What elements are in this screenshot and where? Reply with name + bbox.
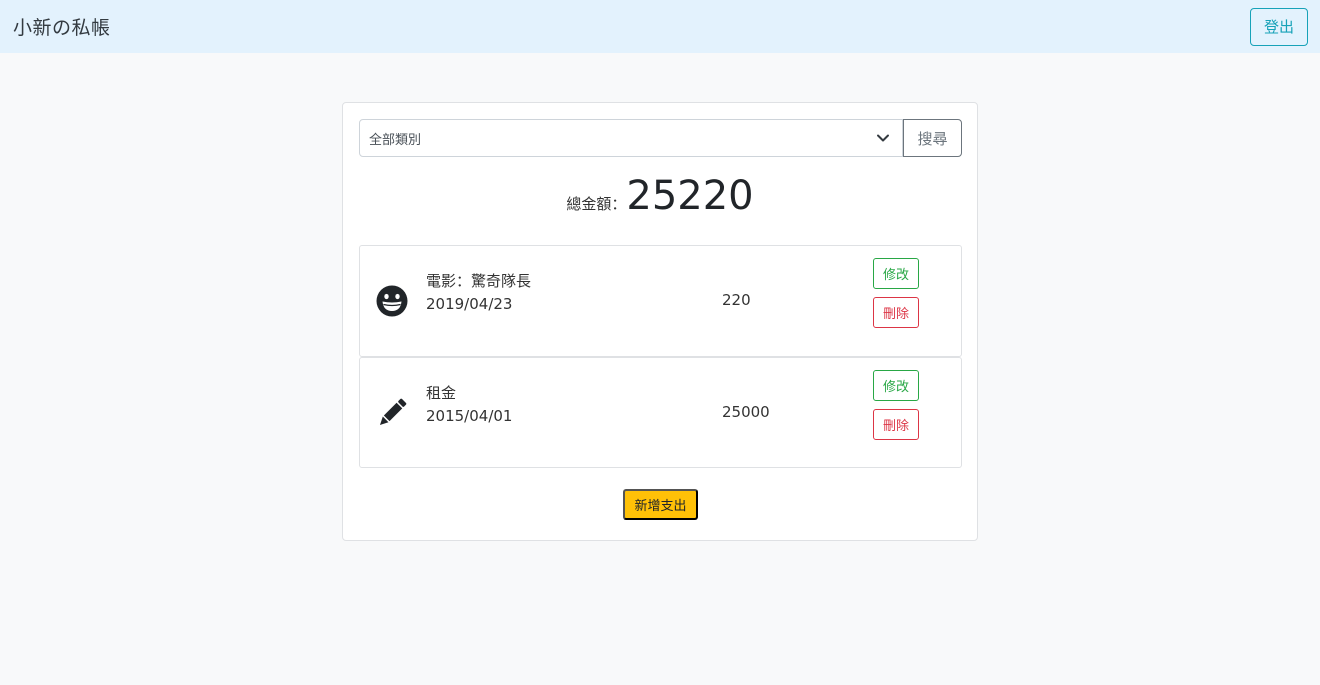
total-value: 25220 (626, 173, 754, 219)
category-select-value: 全部類別 (369, 132, 422, 148)
delete-button[interactable]: 刪除 (873, 297, 919, 328)
chevron-down-icon (877, 134, 889, 142)
expense-date: 2015/04/01 (426, 407, 513, 425)
edit-button[interactable]: 修改 (873, 258, 919, 289)
search-form: 全部類別 搜尋 (359, 119, 962, 157)
navbar: 小新の私帳 登出 (0, 0, 1320, 53)
delete-button[interactable]: 刪除 (873, 409, 919, 440)
edit-button[interactable]: 修改 (873, 370, 919, 401)
brand-title[interactable]: 小新の私帳 (13, 13, 111, 40)
expense-date: 2019/04/23 (426, 295, 513, 313)
expense-list: 電影：驚奇隊長 2019/04/23 220 修改 刪除 租金 2015/04/… (359, 245, 962, 468)
total-amount: 總金額： 25220 (343, 173, 977, 219)
expense-amount: 25000 (722, 403, 770, 421)
logout-button[interactable]: 登出 (1250, 7, 1308, 46)
add-expense-button[interactable]: 新增支出 (623, 489, 698, 520)
category-select[interactable]: 全部類別 (359, 119, 903, 157)
list-item: 電影：驚奇隊長 2019/04/23 220 修改 刪除 (359, 245, 962, 357)
total-label: 總金額： (566, 195, 627, 213)
grin-icon (376, 285, 408, 317)
expense-card: 全部類別 搜尋 總金額： 25220 電影：驚奇隊長 2019/04/23 22… (342, 102, 978, 541)
expense-title: 租金 (426, 384, 457, 402)
list-item: 租金 2015/04/01 25000 修改 刪除 (359, 357, 962, 468)
pencil-icon (379, 398, 407, 426)
expense-title: 電影：驚奇隊長 (426, 272, 532, 290)
search-button[interactable]: 搜尋 (903, 119, 962, 157)
expense-amount: 220 (722, 291, 751, 309)
